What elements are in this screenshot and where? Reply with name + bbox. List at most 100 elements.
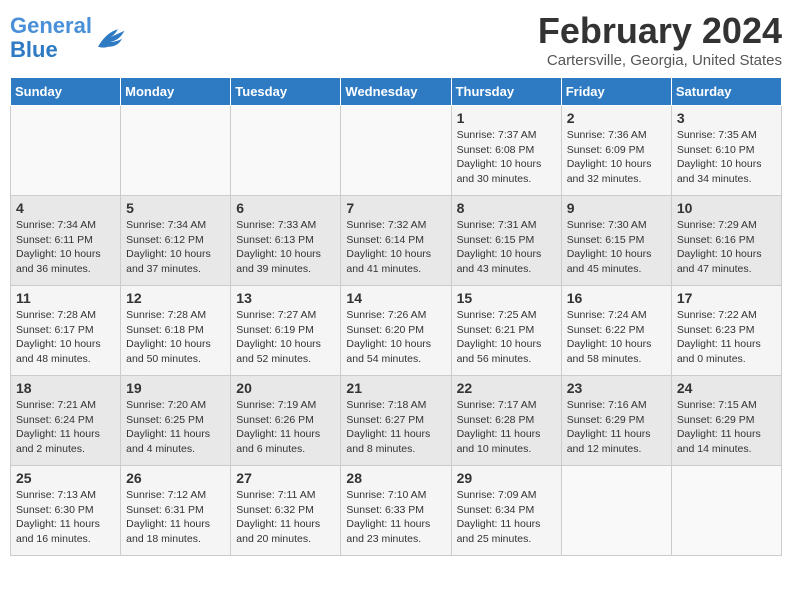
calendar-day-8: 8 Sunrise: 7:31 AM Sunset: 6:15 PM Daylig… [451,196,561,286]
weekday-header-thursday: Thursday [451,78,561,106]
day-info: Sunrise: 7:16 AM Sunset: 6:29 PM Dayligh… [567,398,666,457]
calendar-day-24: 24 Sunrise: 7:15 AM Sunset: 6:29 PM Dayli… [671,376,781,466]
calendar-day-15: 15Sunrise: 7:25 AM Sunset: 6:21 PM Dayli… [451,286,561,376]
calendar-day-23: 23 Sunrise: 7:16 AM Sunset: 6:29 PM Dayli… [561,376,671,466]
calendar-day-18: 18 Sunrise: 7:21 AM Sunset: 6:24 PM Dayli… [11,376,121,466]
weekday-header-wednesday: Wednesday [341,78,451,106]
day-info: Sunrise: 7:24 AM Sunset: 6:22 PM Dayligh… [567,308,666,367]
calendar-day-5: 5 Sunrise: 7:34 AM Sunset: 6:12 PM Daylig… [121,196,231,286]
day-info: Sunrise: 7:21 AM Sunset: 6:24 PM Dayligh… [16,398,115,457]
title-block: February 2024 Cartersville, Georgia, Uni… [538,10,782,69]
day-info: Sunrise: 7:20 AM Sunset: 6:25 PM Dayligh… [126,398,225,457]
logo-text: General Blue [10,14,92,62]
calendar-week-row: 25 Sunrise: 7:13 AM Sunset: 6:30 PM Dayli… [11,466,782,556]
calendar-day-6: 6 Sunrise: 7:33 AM Sunset: 6:13 PM Daylig… [231,196,341,286]
day-number: 29 [457,470,556,486]
day-info: Sunrise: 7:09 AM Sunset: 6:34 PM Dayligh… [457,488,556,547]
calendar-week-row: 18 Sunrise: 7:21 AM Sunset: 6:24 PM Dayli… [11,376,782,466]
day-number: 15 [457,290,556,306]
weekday-header-sunday: Sunday [11,78,121,106]
day-number: 12 [126,290,225,306]
main-title: February 2024 [538,10,782,52]
day-number: 4 [16,200,115,216]
logo-bird-icon [94,24,126,52]
calendar-week-row: 4 Sunrise: 7:34 AM Sunset: 6:11 PM Daylig… [11,196,782,286]
calendar-day-7: 7 Sunrise: 7:32 AM Sunset: 6:14 PM Daylig… [341,196,451,286]
calendar-day-1: 1Sunrise: 7:37 AM Sunset: 6:08 PM Daylig… [451,106,561,196]
calendar-day-14: 14Sunrise: 7:26 AM Sunset: 6:20 PM Dayli… [341,286,451,376]
weekday-header-row: SundayMondayTuesdayWednesdayThursdayFrid… [11,78,782,106]
calendar-body: 1Sunrise: 7:37 AM Sunset: 6:08 PM Daylig… [11,106,782,556]
calendar-day-13: 13 Sunrise: 7:27 AM Sunset: 6:19 PM Dayli… [231,286,341,376]
day-number: 27 [236,470,335,486]
calendar-week-row: 11Sunrise: 7:28 AM Sunset: 6:17 PM Dayli… [11,286,782,376]
day-number: 8 [457,200,556,216]
calendar-day-29: 29 Sunrise: 7:09 AM Sunset: 6:34 PM Dayli… [451,466,561,556]
day-number: 22 [457,380,556,396]
calendar-day-12: 12Sunrise: 7:28 AM Sunset: 6:18 PM Dayli… [121,286,231,376]
calendar-day-25: 25 Sunrise: 7:13 AM Sunset: 6:30 PM Dayli… [11,466,121,556]
day-number: 10 [677,200,776,216]
day-info: Sunrise: 7:27 AM Sunset: 6:19 PM Dayligh… [236,308,335,367]
day-info: Sunrise: 7:19 AM Sunset: 6:26 PM Dayligh… [236,398,335,457]
calendar-day-2: 2 Sunrise: 7:36 AM Sunset: 6:09 PM Daylig… [561,106,671,196]
calendar-day-21: 21 Sunrise: 7:18 AM Sunset: 6:27 PM Dayli… [341,376,451,466]
day-info: Sunrise: 7:18 AM Sunset: 6:27 PM Dayligh… [346,398,445,457]
calendar-table: SundayMondayTuesdayWednesdayThursdayFrid… [10,77,782,556]
calendar-day-28: 28 Sunrise: 7:10 AM Sunset: 6:33 PM Dayli… [341,466,451,556]
day-number: 25 [16,470,115,486]
day-number: 21 [346,380,445,396]
day-number: 11 [16,290,115,306]
day-number: 16 [567,290,666,306]
calendar-week-row: 1Sunrise: 7:37 AM Sunset: 6:08 PM Daylig… [11,106,782,196]
day-number: 28 [346,470,445,486]
calendar-day-19: 19 Sunrise: 7:20 AM Sunset: 6:25 PM Dayli… [121,376,231,466]
day-number: 5 [126,200,225,216]
weekday-header-monday: Monday [121,78,231,106]
day-info: Sunrise: 7:15 AM Sunset: 6:29 PM Dayligh… [677,398,776,457]
calendar-day-26: 26 Sunrise: 7:12 AM Sunset: 6:31 PM Dayli… [121,466,231,556]
day-info: Sunrise: 7:22 AM Sunset: 6:23 PM Dayligh… [677,308,776,367]
calendar-day-11: 11Sunrise: 7:28 AM Sunset: 6:17 PM Dayli… [11,286,121,376]
day-number: 26 [126,470,225,486]
day-info: Sunrise: 7:35 AM Sunset: 6:10 PM Dayligh… [677,128,776,187]
day-number: 2 [567,110,666,126]
day-info: Sunrise: 7:32 AM Sunset: 6:14 PM Dayligh… [346,218,445,277]
calendar-day-16: 16 Sunrise: 7:24 AM Sunset: 6:22 PM Dayli… [561,286,671,376]
day-number: 7 [346,200,445,216]
calendar-day-4: 4 Sunrise: 7:34 AM Sunset: 6:11 PM Daylig… [11,196,121,286]
location-subtitle: Cartersville, Georgia, United States [538,52,782,69]
weekday-header-tuesday: Tuesday [231,78,341,106]
day-info: Sunrise: 7:34 AM Sunset: 6:11 PM Dayligh… [16,218,115,277]
weekday-header-friday: Friday [561,78,671,106]
calendar-day-empty [121,106,231,196]
day-info: Sunrise: 7:29 AM Sunset: 6:16 PM Dayligh… [677,218,776,277]
day-number: 6 [236,200,335,216]
day-number: 19 [126,380,225,396]
day-info: Sunrise: 7:17 AM Sunset: 6:28 PM Dayligh… [457,398,556,457]
calendar-day-22: 22 Sunrise: 7:17 AM Sunset: 6:28 PM Dayli… [451,376,561,466]
calendar-day-27: 27 Sunrise: 7:11 AM Sunset: 6:32 PM Dayli… [231,466,341,556]
day-info: Sunrise: 7:36 AM Sunset: 6:09 PM Dayligh… [567,128,666,187]
day-info: Sunrise: 7:34 AM Sunset: 6:12 PM Dayligh… [126,218,225,277]
calendar-day-10: 10 Sunrise: 7:29 AM Sunset: 6:16 PM Dayli… [671,196,781,286]
day-number: 3 [677,110,776,126]
day-number: 24 [677,380,776,396]
day-info: Sunrise: 7:31 AM Sunset: 6:15 PM Dayligh… [457,218,556,277]
calendar-day-empty [671,466,781,556]
day-number: 13 [236,290,335,306]
day-info: Sunrise: 7:33 AM Sunset: 6:13 PM Dayligh… [236,218,335,277]
calendar-day-empty [231,106,341,196]
day-info: Sunrise: 7:11 AM Sunset: 6:32 PM Dayligh… [236,488,335,547]
day-number: 18 [16,380,115,396]
day-info: Sunrise: 7:12 AM Sunset: 6:31 PM Dayligh… [126,488,225,547]
day-info: Sunrise: 7:37 AM Sunset: 6:08 PM Dayligh… [457,128,556,187]
logo-blue: Blue [10,37,58,62]
calendar-header: SundayMondayTuesdayWednesdayThursdayFrid… [11,78,782,106]
day-info: Sunrise: 7:13 AM Sunset: 6:30 PM Dayligh… [16,488,115,547]
day-number: 9 [567,200,666,216]
calendar-day-9: 9Sunrise: 7:30 AM Sunset: 6:15 PM Daylig… [561,196,671,286]
day-number: 20 [236,380,335,396]
day-info: Sunrise: 7:10 AM Sunset: 6:33 PM Dayligh… [346,488,445,547]
day-number: 23 [567,380,666,396]
